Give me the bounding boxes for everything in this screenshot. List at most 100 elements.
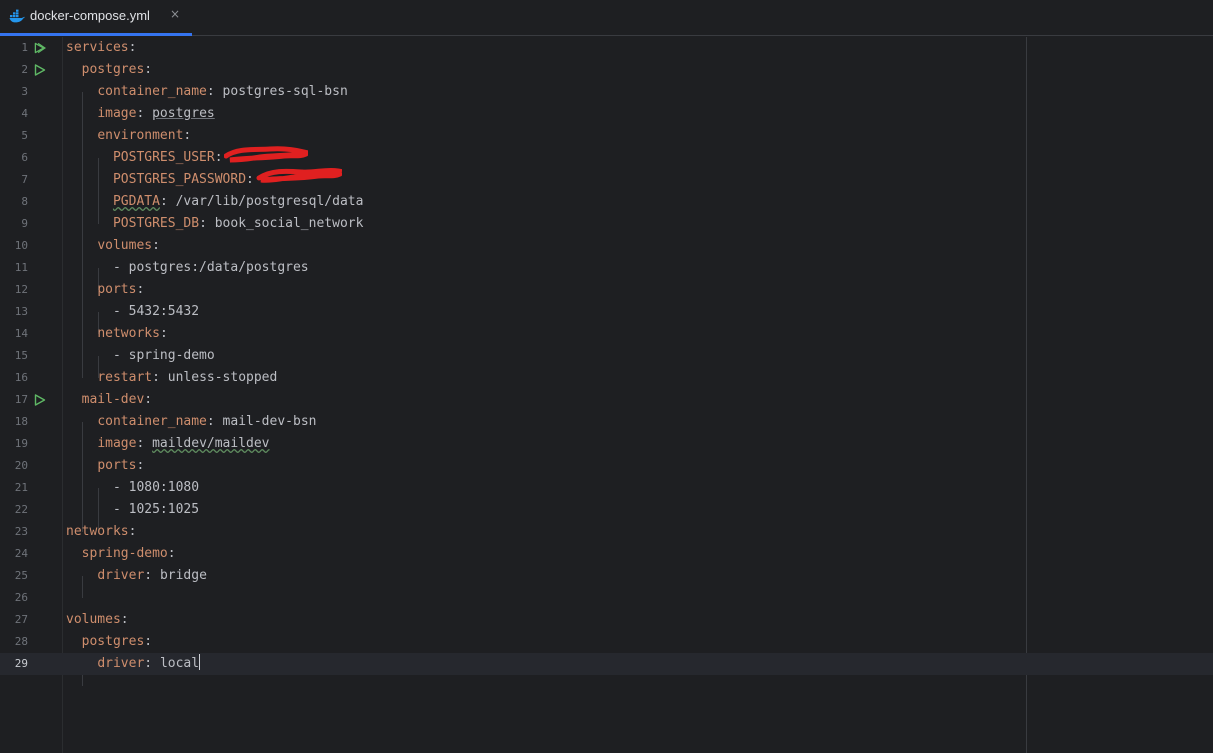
code-line[interactable]: 2 postgres:: [0, 59, 1213, 81]
code-text: POSTGRES_DB: book_social_network: [66, 213, 363, 235]
line-number: 4: [21, 107, 28, 120]
yaml-key: volumes: [97, 238, 153, 253]
yaml-key: container_name: [97, 414, 207, 429]
code-line[interactable]: 15 - spring-demo: [0, 345, 1213, 367]
code-line[interactable]: 17 mail-dev:: [0, 389, 1213, 411]
yaml-key: driver: [97, 568, 145, 583]
line-number: 18: [14, 415, 28, 428]
yaml-value: - postgres:/data/postgres: [112, 260, 309, 275]
yaml-value: postgres: [152, 106, 215, 121]
code-line[interactable]: 16 restart: unless-stopped: [0, 367, 1213, 389]
code-line[interactable]: 6 POSTGRES_USER:: [0, 146, 1213, 169]
code-line[interactable]: 1 services:: [0, 37, 1213, 59]
code-line[interactable]: 28 postgres:: [0, 631, 1213, 653]
yaml-value: - 1080:1080: [112, 480, 200, 495]
code-line[interactable]: 24 spring-demo:: [0, 543, 1213, 565]
code-text: postgres:: [66, 631, 152, 653]
editor-tab-bar: docker-compose.yml ×: [0, 0, 1213, 36]
code-line[interactable]: 18 container_name: mail-dev-bsn: [0, 411, 1213, 433]
yaml-separator: :: [128, 524, 137, 539]
yaml-value: mail-dev-bsn: [222, 414, 317, 429]
code-line[interactable]: 3 container_name: postgres-sql-bsn: [0, 81, 1213, 103]
code-line[interactable]: 21 - 1080:1080: [0, 477, 1213, 499]
yaml-value: maildev/maildev: [152, 436, 270, 451]
yaml-separator: :: [159, 326, 168, 341]
line-number: 27: [14, 613, 28, 626]
yaml-value: postgres-sql-bsn: [222, 84, 348, 99]
code-line[interactable]: 8 PGDATA: /var/lib/postgresql/data: [0, 191, 1213, 213]
yaml-value: unless-stopped: [167, 370, 278, 385]
tab-docker-compose[interactable]: docker-compose.yml ×: [0, 0, 192, 36]
code-line[interactable]: 9 POSTGRES_DB: book_social_network: [0, 213, 1213, 235]
code-line[interactable]: 14 networks:: [0, 323, 1213, 345]
code-line[interactable]: 19 image: maildev/maildev: [0, 433, 1213, 455]
code-text: networks:: [66, 521, 136, 543]
yaml-key: spring-demo: [81, 546, 168, 561]
line-number: 2: [21, 63, 28, 76]
code-text: environment:: [66, 125, 191, 147]
run-gutter-icon[interactable]: [34, 64, 46, 76]
code-line[interactable]: 12 ports:: [0, 279, 1213, 301]
code-line[interactable]: 22 - 1025:1025: [0, 499, 1213, 521]
code-line[interactable]: 4 image: postgres: [0, 103, 1213, 125]
yaml-value: - 5432:5432: [112, 304, 200, 319]
code-line[interactable]: 25 driver: bridge: [0, 565, 1213, 587]
code-line[interactable]: 13 - 5432:5432: [0, 301, 1213, 323]
code-line[interactable]: 27 volumes:: [0, 609, 1213, 631]
code-line[interactable]: 26: [0, 587, 1213, 609]
yaml-separator: :: [136, 106, 153, 121]
code-line[interactable]: 23 networks:: [0, 521, 1213, 543]
text-caret: [199, 654, 201, 670]
yaml-separator: :: [136, 458, 145, 473]
code-text: POSTGRES_PASSWORD:: [66, 169, 254, 191]
code-line[interactable]: 29 driver: local: [0, 653, 1213, 675]
yaml-separator: :: [144, 568, 160, 583]
line-number: 6: [21, 151, 28, 164]
code-text: restart: unless-stopped: [66, 367, 277, 389]
code-text: image: postgres: [66, 103, 215, 125]
line-number: 10: [14, 239, 28, 252]
yaml-value: /var/lib/postgresql/data: [175, 194, 364, 209]
yaml-separator: :: [144, 62, 153, 77]
code-line[interactable]: 20 ports:: [0, 455, 1213, 477]
code-line[interactable]: 11 - postgres:/data/postgres: [0, 257, 1213, 279]
redaction-scribble: [256, 167, 342, 183]
line-number: 23: [14, 525, 28, 538]
yaml-key: POSTGRES_USER: [112, 150, 215, 165]
yaml-key: image: [97, 436, 137, 451]
line-number: 19: [14, 437, 28, 450]
yaml-separator: :: [120, 612, 129, 627]
yaml-separator: :: [214, 150, 223, 165]
yaml-key: networks: [66, 524, 129, 539]
tab-filename: docker-compose.yml: [30, 8, 150, 23]
code-line[interactable]: 10 volumes:: [0, 235, 1213, 257]
code-line[interactable]: 5 environment:: [0, 125, 1213, 147]
run-gutter-icon[interactable]: [34, 394, 46, 406]
run-gutter-icon[interactable]: [34, 42, 46, 54]
code-text: PGDATA: /var/lib/postgresql/data: [66, 191, 363, 213]
code-text: POSTGRES_USER:: [66, 147, 223, 169]
code-text: services:: [66, 37, 136, 59]
close-icon[interactable]: ×: [170, 7, 180, 21]
code-line[interactable]: 7 POSTGRES_PASSWORD:: [0, 167, 1213, 191]
code-text: container_name: mail-dev-bsn: [66, 411, 316, 433]
yaml-key: volumes: [66, 612, 121, 627]
line-number: 21: [14, 481, 28, 494]
yaml-key: postgres: [81, 62, 145, 77]
code-text: volumes:: [66, 235, 160, 257]
yaml-separator: :: [144, 656, 160, 671]
